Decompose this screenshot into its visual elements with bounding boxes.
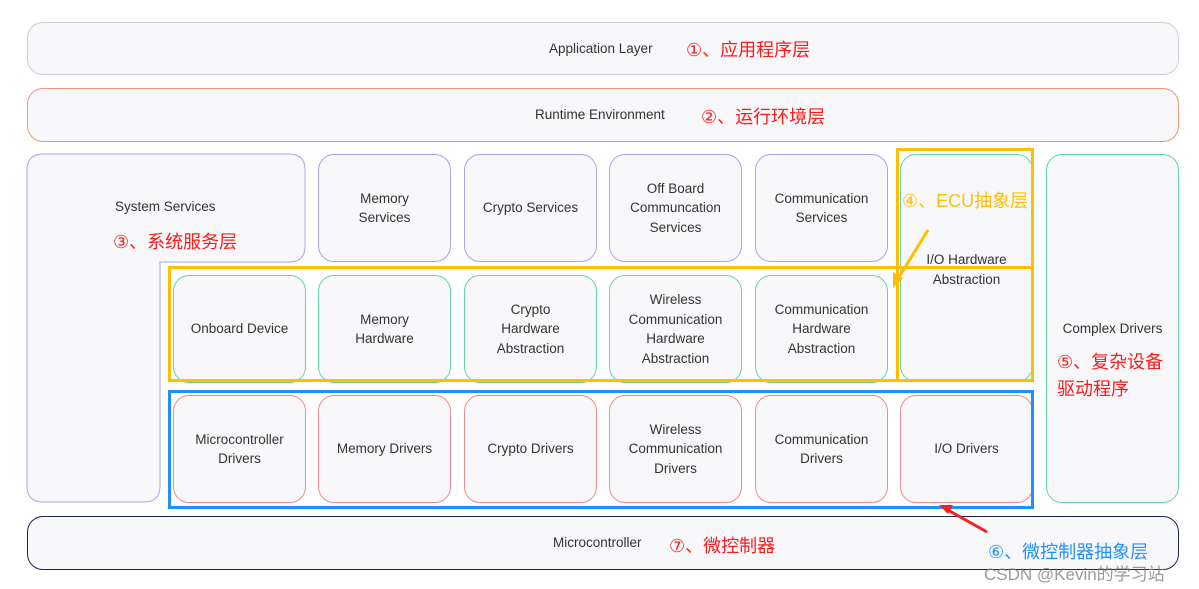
red-arrow [945,507,988,534]
watermark: CSDN @Kevin的学习站 [984,565,1165,584]
annotation-runtime: ②、运行环境层 [701,107,826,127]
annotation-complex: ⑤、复杂设备 驱动程序 [1057,352,1164,399]
annotation-system-services: ③、系统服务层 [113,232,238,252]
annotation-application: ①、应用程序层 [686,40,811,60]
arrows [893,229,988,534]
annotation-microcontroller: ⑦、微控制器 [669,536,776,556]
yellow-arrow [894,229,930,283]
annotation-ecu: ④、ECU抽象层 [902,191,1029,211]
